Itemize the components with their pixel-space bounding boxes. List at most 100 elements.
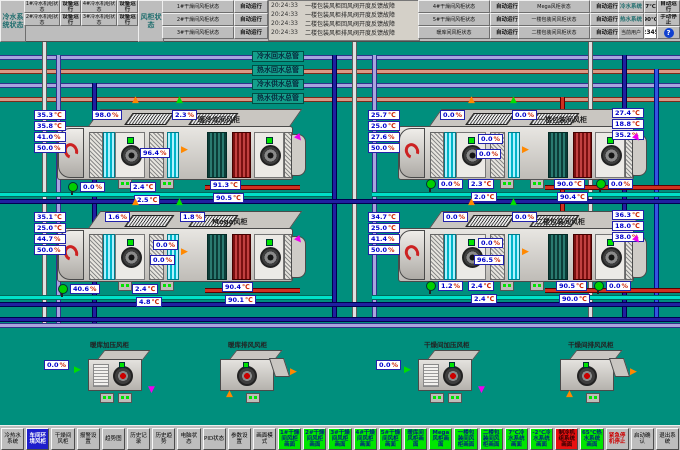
heating-coil: [232, 132, 251, 178]
valve-readout: 0.0%: [44, 360, 69, 370]
filter-section: [430, 132, 444, 178]
current-user-label: 当前用户: [618, 26, 644, 39]
chilled-coil: [207, 234, 227, 280]
pipe-label-hot-supply: 热水供水总管: [252, 93, 304, 104]
outflow-arrow-icon: ▼: [148, 386, 155, 395]
valve-icon[interactable]: [58, 284, 68, 294]
valve-icon[interactable]: [596, 179, 606, 189]
chilled-system-label: 冷水系统: [618, 0, 644, 13]
menu-button[interactable]: 参数设置: [228, 428, 251, 450]
pipe-riser: [332, 55, 337, 318]
current-user-id: 123456: [644, 26, 657, 39]
menu-button[interactable]: 暖库间风柜画面: [404, 428, 427, 450]
ahu-name-label: 暖冷库间风柜: [198, 115, 240, 125]
sensor-readout: 35.3℃: [34, 110, 66, 120]
fan-name: Mega风柜状态: [518, 0, 590, 13]
hot-system-label: 热水系统: [618, 13, 644, 26]
inflow-arrow-icon: ▶: [74, 366, 81, 375]
menu-button[interactable]: 车间环境风柜: [26, 428, 49, 450]
led-panel: [448, 393, 462, 403]
hotwater-readout: 91.3℃: [210, 180, 241, 190]
led-panel: [160, 281, 174, 291]
fan-status-led: [468, 239, 475, 246]
fan-status-grid-3: Mega风柜状态 自动运行 一楼包装间风柜状态 自动运行 二楼包装间风柜状态 自…: [518, 0, 618, 40]
menu-button[interactable]: 趋势图: [102, 428, 125, 450]
fan-section: [254, 234, 284, 280]
menu-button[interactable]: 4#干燥间风柜画面: [354, 428, 377, 450]
menu-button[interactable]: Mega风柜画面: [429, 428, 452, 450]
menu-button[interactable]: 退出系统: [656, 428, 679, 450]
help-icon[interactable]: ?: [664, 28, 674, 38]
valve-icon[interactable]: [68, 182, 78, 192]
led-panel: [530, 281, 544, 291]
damper-readout: 0.0%: [512, 110, 537, 120]
flex-duct-icon: [402, 243, 421, 263]
led-panel: [430, 393, 444, 403]
return-fan-icon: [601, 145, 622, 166]
louver-panel: [423, 364, 439, 387]
menu-button[interactable]: PID状态: [203, 428, 226, 450]
airflow-up-arrow-icon: ▲: [132, 96, 139, 105]
airflow-up-arrow-icon: ▲: [510, 96, 517, 105]
menu-button[interactable]: 7℃冷水系统画面: [505, 428, 528, 450]
fan-status-led: [266, 137, 273, 144]
valve-icon[interactable]: [426, 179, 436, 189]
fan-name: 3#干燥间风柜状态: [162, 26, 234, 39]
menu-button[interactable]: 1#干燥间风柜画面: [278, 428, 301, 450]
pipe-chilled-return-main: [0, 55, 680, 60]
menu-button[interactable]: 报警设置: [77, 428, 100, 450]
menu-button[interactable]: 电脑状态: [177, 428, 200, 450]
valve-readout: 0.0%: [438, 179, 463, 189]
hotwater-readout: 90.1℃: [225, 295, 256, 305]
sensor-readout: 50.0%: [34, 143, 66, 153]
menu-button[interactable]: 干燥间风柜: [51, 428, 74, 450]
scada-hmi-screen: 冷水系统状态 1#冷水机组状态 设备运行 4#冷水机组状态 设备运行 2#冷水机…: [0, 0, 680, 450]
small-fan-unit-4: [560, 350, 620, 392]
roof-grille-icon: [465, 113, 515, 125]
alarm-row: 20:24:33 二楼包装风柜回风阀开度反馈故障: [269, 19, 419, 28]
inlet-readouts: 35.1℃25.0℃44.7%50.0%: [34, 212, 66, 256]
hot-system-state: 手动停止: [657, 13, 680, 26]
alarm-row: 20:24:33 一楼包装风柜回风阀开度反馈故障: [269, 1, 419, 10]
menu-button[interactable]: 3#干燥间风柜画面: [328, 428, 351, 450]
menu-button[interactable]: -2℃冷水系统画面: [530, 428, 553, 450]
return-fan-icon: [601, 247, 622, 268]
cooling-coil: [508, 234, 520, 280]
hotwater-readout: 90.4℃: [222, 282, 253, 292]
hotwater-readout: 90.4℃: [557, 192, 588, 202]
fan-status-led: [127, 137, 134, 144]
led-panel: [500, 281, 514, 291]
top-status-bar: 冷水系统状态 1#冷水机组状态 设备运行 4#冷水机组状态 设备运行 2#冷水机…: [0, 0, 680, 42]
fan-status-grid-2: 4#干燥间风柜状态 自动运行 5#干燥间风柜状态 自动运行 暖库间风柜状态 自动…: [418, 0, 518, 40]
temp-readout: 2.4℃: [468, 281, 494, 291]
airflow-up-arrow-icon: ▲: [510, 198, 517, 207]
menu-button[interactable]: 紧急停机停止: [606, 428, 629, 450]
alarm-time: 20:24:33: [269, 20, 305, 27]
menu-button[interactable]: 制冷机组系统画面: [555, 428, 578, 450]
hot-system-value: 90℃: [644, 13, 657, 26]
menu-button[interactable]: 画面模式: [253, 428, 276, 450]
menu-button[interactable]: 5#干燥间风柜画面: [379, 428, 402, 450]
valve-icon[interactable]: [426, 281, 436, 291]
pipe-riser: [42, 41, 47, 324]
alarm-list[interactable]: 20:24:33 一楼包装风柜回风阀开度反馈故障 20:24:33 一楼包装风柜…: [268, 0, 420, 41]
fan-section: [115, 234, 145, 280]
menu-button[interactable]: 历史趋势: [152, 428, 175, 450]
menu-button[interactable]: 冷热水系统: [1, 428, 24, 450]
menu-button[interactable]: 65℃热水系统画面: [580, 428, 603, 450]
heating-coil: [573, 234, 592, 280]
menu-button[interactable]: 一楼包装间风柜画面: [454, 428, 477, 450]
menu-button[interactable]: 历史记录: [127, 428, 150, 450]
menu-button[interactable]: 2#干燥间风柜画面: [303, 428, 326, 450]
sensor-readout: 25.0℃: [34, 223, 66, 233]
inflow-arrow-icon: ▲: [226, 390, 233, 399]
alarm-time: 20:24:33: [269, 29, 305, 36]
valve-icon[interactable]: [594, 281, 604, 291]
chiller-name: 1#冷水机组状态: [24, 0, 60, 13]
menu-button[interactable]: 二楼包装间风柜画面: [480, 428, 503, 450]
damper-readout: 0.0%: [478, 134, 503, 144]
menu-button[interactable]: 启动确认: [631, 428, 654, 450]
chiller-name: 2#冷水机组状态: [24, 13, 60, 26]
led-panel: [246, 393, 260, 403]
sensor-readout: 44.7%: [34, 234, 66, 244]
